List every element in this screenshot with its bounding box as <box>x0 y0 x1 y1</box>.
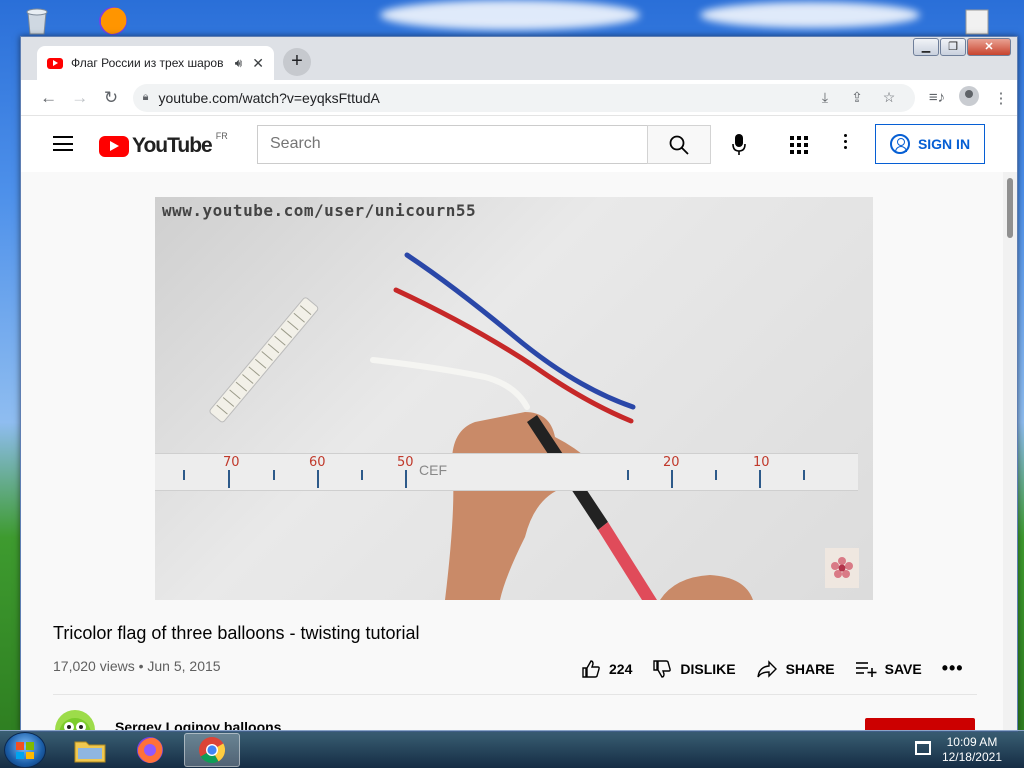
desktop-cloud <box>700 2 920 28</box>
voice-search-button[interactable] <box>725 134 753 158</box>
ruler-text: CEF <box>419 462 447 478</box>
tab-close-icon[interactable]: ✕ <box>252 55 264 72</box>
folder-icon <box>74 741 106 763</box>
url-text: youtube.com/watch?v=eyqksFttudA <box>158 89 380 106</box>
search-icon <box>669 135 689 155</box>
browser-tab[interactable]: Флаг России из трех шаров 🔊︎ ✕ <box>37 46 274 80</box>
scrollbar-thumb[interactable] <box>1007 178 1013 238</box>
channel-avatar[interactable] <box>55 710 95 731</box>
close-window-button[interactable]: ✕ <box>967 38 1011 56</box>
settings-menu-icon[interactable] <box>844 134 850 152</box>
video-meta: 17,020 views • Jun 5, 2015 <box>53 658 221 674</box>
microphone-icon <box>732 134 746 155</box>
sign-in-label: SIGN IN <box>917 136 971 152</box>
browser-window: Флаг России из трех шаров 🔊︎ ✕ + ▁ ❐ ✕ ←… <box>20 36 1018 732</box>
share-label: SHARE <box>785 660 835 677</box>
ruler-number: 60 <box>309 455 326 470</box>
share-icon <box>756 659 777 678</box>
video-actions: 224 DISLIKE SHARE SAVE ••• <box>581 658 964 679</box>
video-frame-illustration <box>209 252 753 600</box>
youtube-logo[interactable]: YouTube FR <box>99 131 228 158</box>
address-bar[interactable]: 🔒︎ youtube.com/watch?v=eyqksFttudA ⤓ ⇪ ☆ <box>132 83 916 112</box>
system-clock[interactable]: 10:09 AM 12/18/2021 <box>942 735 1002 765</box>
youtube-wordmark: YouTube <box>132 134 213 157</box>
youtube-play-icon <box>99 135 129 157</box>
firefox-icon <box>137 737 163 763</box>
desktop-cloud <box>380 0 640 30</box>
new-tab-button[interactable]: + <box>283 48 311 76</box>
search-input[interactable]: Search <box>257 125 647 164</box>
like-button[interactable]: 224 <box>581 659 632 679</box>
save-label: SAVE <box>884 660 922 677</box>
recycle-bin-icon[interactable] <box>20 6 54 40</box>
window-controls: ▁ ❐ ✕ <box>912 38 1011 56</box>
thumbs-down-icon <box>653 659 672 678</box>
tab-title: Флаг России из трех шаров <box>71 56 224 70</box>
install-icon[interactable]: ⤓ <box>809 89 841 106</box>
save-button[interactable]: SAVE <box>855 660 922 678</box>
browser-toolbar: ← → ↻ 🔒︎ youtube.com/watch?v=eyqksFttudA… <box>21 80 1017 116</box>
firefox-desktop-icon[interactable] <box>96 4 130 38</box>
youtube-page: YouTube FR Search SIGN IN www.youtube.co… <box>21 116 1017 731</box>
clock-date: 12/18/2021 <box>941 750 1002 764</box>
channel-flower-logo <box>825 548 859 588</box>
start-button[interactable] <box>4 732 46 768</box>
clock-time: 10:09 AM <box>946 735 998 749</box>
minimize-button[interactable]: ▁ <box>913 38 939 56</box>
taskbar: 10:09 AM 12/18/2021 <box>0 730 1024 768</box>
search-button[interactable] <box>647 125 711 164</box>
ruler-number: 70 <box>223 455 240 470</box>
video-player[interactable]: www.youtube.com/user/unicourn55 70 60 50… <box>155 197 873 600</box>
measuring-ruler: 70 60 50 CEF 20 10 <box>155 453 858 491</box>
sign-in-button[interactable]: SIGN IN <box>875 124 985 164</box>
playlist-add-icon <box>855 661 877 677</box>
forward-button[interactable]: → <box>64 88 95 108</box>
page-scrollbar[interactable] <box>1003 172 1017 731</box>
divider <box>53 694 977 695</box>
maximize-button[interactable]: ❐ <box>940 38 966 56</box>
reload-button[interactable]: ↻ <box>95 88 126 108</box>
more-actions-button[interactable]: ••• <box>942 658 964 679</box>
region-code: FR <box>215 131 228 141</box>
browser-menu-icon[interactable]: ⋮ <box>985 89 1017 107</box>
chrome-icon <box>199 737 226 764</box>
thumbs-up-icon <box>582 659 600 678</box>
network-icon[interactable] <box>915 741 931 755</box>
speaker-icon[interactable]: 🔊︎ <box>235 56 243 71</box>
ruler-number: 10 <box>753 455 770 470</box>
share-button[interactable]: SHARE <box>756 659 835 679</box>
media-control-icon[interactable]: ≡♪ <box>921 89 953 106</box>
youtube-masthead: YouTube FR Search SIGN IN <box>21 116 1017 172</box>
windows-logo-icon <box>16 742 34 759</box>
dislike-button[interactable]: DISLIKE <box>652 659 736 679</box>
title-bar: Флаг России из трех шаров 🔊︎ ✕ + ▁ ❐ ✕ <box>21 37 1017 80</box>
bookmark-star-icon[interactable]: ☆ <box>873 89 905 106</box>
guide-menu-icon[interactable] <box>53 136 73 151</box>
apps-grid-icon[interactable] <box>790 136 808 154</box>
share-page-icon[interactable]: ⇪ <box>841 89 873 106</box>
file-explorer-taskbar-button[interactable] <box>62 733 118 767</box>
back-button[interactable]: ← <box>33 88 64 108</box>
ruler-number: 50 <box>397 455 414 470</box>
youtube-favicon-icon <box>47 57 63 69</box>
account-icon <box>889 134 910 154</box>
like-count: 224 <box>609 660 633 677</box>
firefox-taskbar-button[interactable] <box>122 733 178 767</box>
chrome-taskbar-button[interactable] <box>184 733 240 767</box>
lock-icon[interactable]: 🔒︎ <box>143 91 149 104</box>
video-title: Tricolor flag of three balloons - twisti… <box>53 623 420 643</box>
dislike-label: DISLIKE <box>680 660 736 677</box>
profile-icon[interactable] <box>953 85 985 110</box>
ruler-number: 20 <box>663 455 680 470</box>
